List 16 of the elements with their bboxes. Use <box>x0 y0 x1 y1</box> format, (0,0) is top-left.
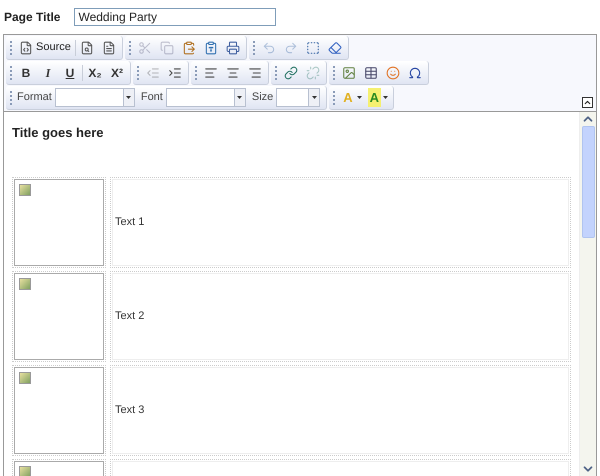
cell-text: Text 2 <box>115 310 144 322</box>
content-title: Title goes here <box>12 124 105 142</box>
toolbar-button[interactable]: Source <box>15 38 75 58</box>
cell-text: Text 1 <box>115 216 144 228</box>
field-label: Page Title <box>4 9 60 26</box>
format-button[interactable]: B <box>15 62 37 82</box>
format-button[interactable]: I <box>37 62 59 82</box>
format-button[interactable]: X₂ <box>84 62 106 82</box>
format-button[interactable]: U <box>59 62 81 82</box>
editor-content[interactable]: Title goes here Text 1 Text 2 Text 3 <box>4 112 579 476</box>
cell-text: Text 3 <box>115 404 144 416</box>
combo-label: Font <box>140 90 163 106</box>
title-field[interactable]: Wedding Party <box>74 8 276 26</box>
format-button[interactable]: X² <box>106 62 128 82</box>
combo-label: Format <box>17 90 52 106</box>
combo-label: Size <box>252 90 274 106</box>
